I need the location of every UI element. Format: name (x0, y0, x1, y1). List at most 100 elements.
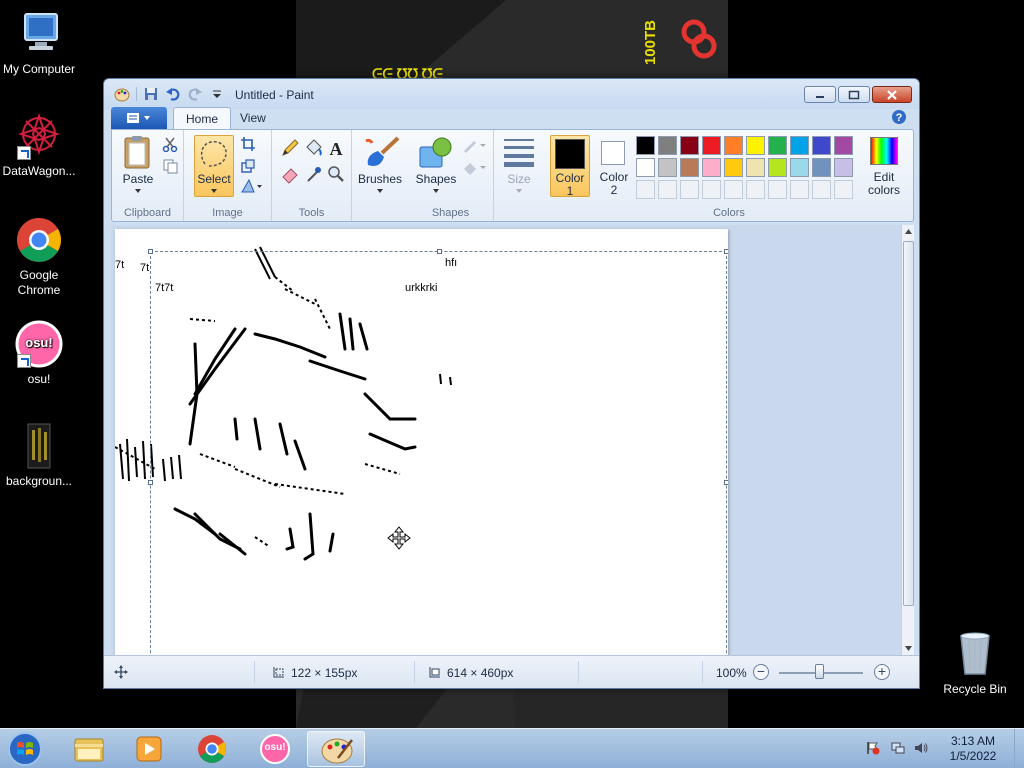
color-swatch[interactable] (768, 158, 787, 177)
custom-color-slot[interactable] (724, 180, 743, 199)
selection-handle[interactable] (724, 480, 728, 485)
color-swatch[interactable] (746, 136, 765, 155)
size-button[interactable]: Size (500, 135, 538, 197)
resize-icon[interactable] (240, 158, 256, 174)
fill-icon[interactable] (304, 138, 324, 158)
paste-button[interactable]: Paste (118, 134, 158, 198)
undo-icon[interactable] (165, 86, 181, 102)
taskbar-osu[interactable]: osu! (246, 731, 304, 767)
desktop-icon-datawagon[interactable]: DataWagon... (0, 112, 79, 178)
drawing-canvas[interactable]: 7t 7t 7t7t hfı urkkrki (115, 229, 728, 657)
color-picker-icon[interactable] (304, 164, 324, 184)
tab-home[interactable]: Home (173, 107, 232, 129)
color-swatch[interactable] (724, 136, 743, 155)
help-icon[interactable]: ? (891, 109, 907, 125)
save-icon[interactable] (143, 86, 159, 102)
taskbar-paint[interactable] (307, 731, 365, 767)
crop-icon[interactable] (240, 136, 256, 152)
custom-color-slot[interactable] (768, 180, 787, 199)
magnifier-icon[interactable] (326, 164, 346, 184)
desktop-icon-my-computer[interactable]: My Computer (0, 10, 79, 76)
color-swatch[interactable] (746, 158, 765, 177)
system-clock[interactable]: 3:13 AM 1/5/2022 (938, 734, 1008, 764)
color-swatch[interactable] (834, 158, 853, 177)
scroll-down-icon[interactable] (904, 644, 913, 652)
tab-view[interactable]: View (228, 107, 278, 129)
desktop-icon-chrome[interactable]: Google Chrome (0, 216, 79, 298)
selection-rectangle[interactable] (148, 249, 728, 657)
zoom-in-button[interactable]: + (874, 664, 890, 680)
brushes-button[interactable]: Brushes (356, 135, 404, 197)
color-swatch[interactable] (768, 136, 787, 155)
color-swatch[interactable] (658, 158, 677, 177)
svg-text:A: A (330, 139, 343, 158)
selection-handle[interactable] (148, 249, 153, 254)
custom-color-slot[interactable] (834, 180, 853, 199)
custom-color-slot[interactable] (636, 180, 655, 199)
show-desktop-button[interactable] (1014, 729, 1024, 768)
color-swatch[interactable] (702, 136, 721, 155)
start-button[interactable] (5, 730, 45, 768)
color-swatch[interactable] (636, 136, 655, 155)
cut-icon[interactable] (162, 136, 178, 152)
color-swatch[interactable] (790, 136, 809, 155)
taskbar-media-player[interactable] (120, 731, 178, 767)
taskbar-explorer[interactable] (60, 731, 118, 767)
color-swatch[interactable] (812, 158, 831, 177)
zoom-out-button[interactable]: − (753, 664, 769, 680)
shapes-button[interactable]: Shapes (414, 135, 458, 197)
custom-color-slot[interactable] (658, 180, 677, 199)
color-swatch[interactable] (834, 136, 853, 155)
desktop-icon-background[interactable]: backgroun... (0, 422, 79, 488)
maximize-button[interactable] (838, 86, 870, 103)
network-icon[interactable] (891, 741, 905, 755)
close-button[interactable] (872, 86, 912, 103)
paint-menu-button[interactable] (111, 107, 167, 129)
shape-fill-icon[interactable] (462, 160, 488, 176)
color-swatch[interactable] (636, 158, 655, 177)
custom-color-slot[interactable] (702, 180, 721, 199)
action-center-flag-icon[interactable] (866, 741, 880, 755)
color1-button[interactable]: Color 1 (550, 135, 590, 198)
color-swatch[interactable] (790, 158, 809, 177)
custom-color-slot[interactable] (680, 180, 699, 199)
selection-handle[interactable] (437, 249, 442, 254)
outline-icon[interactable] (462, 138, 488, 154)
color-swatch[interactable] (812, 136, 831, 155)
text-icon[interactable]: A (326, 138, 346, 158)
taskbar-chrome[interactable] (183, 731, 241, 767)
paint-app-icon[interactable] (114, 86, 130, 102)
selection-handle[interactable] (148, 480, 153, 485)
color2-label: Color 2 (599, 170, 629, 197)
copy-icon[interactable] (162, 158, 178, 174)
color2-button[interactable]: Color 2 (594, 135, 634, 197)
group-tools: A Tools (272, 130, 352, 221)
redo-icon[interactable] (187, 86, 203, 102)
zoom-slider-thumb[interactable] (815, 664, 824, 679)
canvas-size-icon (429, 667, 440, 678)
desktop-icon-osu[interactable]: osu! osu! (0, 320, 79, 386)
custom-color-slot[interactable] (790, 180, 809, 199)
color-swatch[interactable] (702, 158, 721, 177)
eraser-icon[interactable] (280, 164, 300, 184)
color-swatch[interactable] (658, 136, 677, 155)
color-swatch[interactable] (724, 158, 743, 177)
select-button[interactable]: Select (194, 135, 234, 197)
customize-qat-icon[interactable] (209, 86, 225, 102)
pencil-icon[interactable] (280, 138, 300, 158)
color-swatch[interactable] (680, 136, 699, 155)
volume-icon[interactable] (914, 741, 928, 755)
desktop-icon-recycle-bin[interactable]: Recycle Bin (935, 630, 1015, 696)
custom-color-slot[interactable] (746, 180, 765, 199)
edit-colors-button[interactable]: Edit colors (862, 135, 906, 197)
title-bar[interactable]: Untitled - Paint (104, 79, 919, 109)
wallpaper-text-100tb: 100TB (642, 20, 659, 66)
minimize-button[interactable] (804, 86, 836, 103)
scroll-up-icon[interactable] (904, 228, 913, 236)
custom-color-slot[interactable] (812, 180, 831, 199)
color-swatch[interactable] (680, 158, 699, 177)
rotate-icon[interactable] (240, 178, 264, 194)
vertical-scrollbar[interactable] (901, 225, 914, 657)
selection-handle[interactable] (724, 249, 728, 254)
scrollbar-thumb[interactable] (903, 241, 914, 606)
